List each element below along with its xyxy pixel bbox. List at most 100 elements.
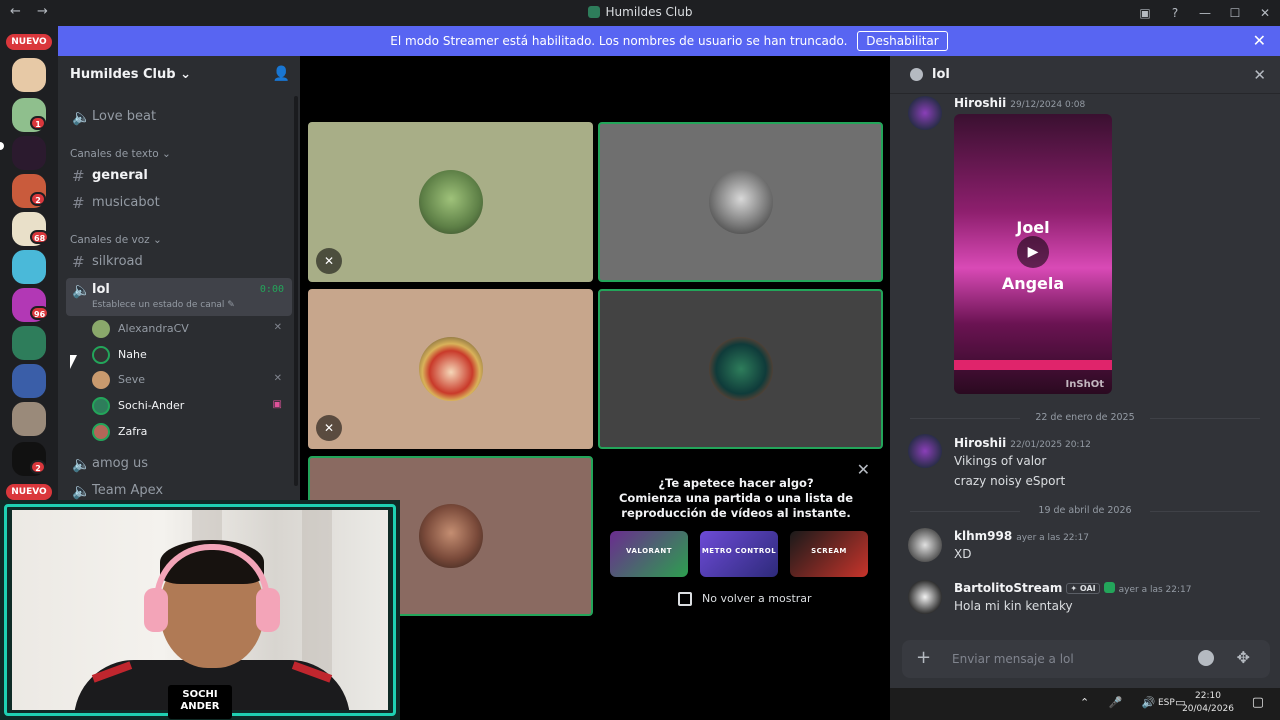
voice-user-name: Zafra bbox=[118, 425, 148, 438]
language-indicator[interactable]: ESP bbox=[1158, 698, 1175, 708]
author-name: Hiroshii bbox=[954, 436, 1007, 450]
voice-user-name: Nahe bbox=[118, 348, 147, 361]
clock[interactable]: 22:10 20/04/2026 bbox=[1182, 690, 1234, 716]
voice-channel-team-apex[interactable]: 🔈 Team Apex bbox=[66, 479, 292, 500]
avatar bbox=[92, 423, 110, 441]
server-icon-avatar[interactable] bbox=[12, 58, 46, 92]
participant-avatar bbox=[708, 170, 773, 234]
message-text: Hola mi kin kentaky bbox=[954, 599, 1073, 613]
server-icon-sky[interactable] bbox=[12, 250, 46, 284]
video-watermark: InShOt bbox=[1065, 379, 1104, 390]
server-icon-dark[interactable] bbox=[12, 136, 46, 170]
dont-show-checkbox[interactable] bbox=[678, 592, 692, 606]
add-user-icon[interactable]: 👤 bbox=[273, 66, 290, 82]
participant-avatar bbox=[708, 337, 773, 401]
avatar[interactable] bbox=[908, 528, 942, 562]
message-author[interactable]: klhm998 ayer a las 22:17 bbox=[954, 529, 1089, 543]
notifications-icon[interactable]: ▢ bbox=[1252, 695, 1264, 710]
help-icon[interactable]: ? bbox=[1160, 0, 1190, 26]
close-icon[interactable]: ✕ bbox=[1253, 66, 1266, 84]
activity-card-label: VALORANT bbox=[626, 547, 672, 555]
avatar[interactable] bbox=[908, 96, 942, 130]
participant-tile[interactable] bbox=[598, 122, 883, 282]
dont-show-label[interactable]: No volver a mostrar bbox=[702, 592, 812, 605]
logo-text: SOCHI bbox=[182, 689, 218, 700]
apps-icon[interactable]: ✥ bbox=[1237, 648, 1250, 667]
chat-header: lol ✕ bbox=[890, 56, 1280, 94]
banner-text: El modo Streamer está habilitado. Los no… bbox=[390, 34, 848, 48]
message-text: XD bbox=[954, 547, 972, 561]
server-icon-blue[interactable] bbox=[12, 364, 46, 398]
text-channel-general[interactable]: # general bbox=[66, 164, 292, 188]
disable-streamer-button[interactable]: Deshabilitar bbox=[857, 31, 948, 51]
muted-icon: ✕ bbox=[316, 248, 342, 274]
voice-user[interactable]: Nahe bbox=[92, 343, 288, 367]
server-icon-humildes[interactable] bbox=[12, 326, 46, 360]
message-text: Vikings of valor bbox=[954, 454, 1047, 468]
chat-channel-name: lol bbox=[932, 67, 950, 82]
participant-tile[interactable]: ✕ bbox=[308, 122, 593, 282]
activity-text: ¿Te apetece hacer algo? Comienza una par… bbox=[596, 476, 876, 521]
new-badge-bottom[interactable]: NUEVO bbox=[6, 484, 52, 500]
stage-footer bbox=[400, 688, 890, 720]
message-timestamp: ayer a las 22:17 bbox=[1118, 585, 1192, 595]
message-author[interactable]: Hiroshii 22/01/2025 20:12 bbox=[954, 436, 1091, 450]
participant-tile[interactable]: ✕ bbox=[308, 289, 593, 449]
video-caption: Angela bbox=[1001, 274, 1065, 293]
activity-card-metro[interactable]: METRO CONTROL bbox=[700, 531, 778, 577]
streaming-icon: ▣ bbox=[272, 399, 282, 410]
server-badge: 96 bbox=[30, 306, 50, 320]
voice-channel-amog-us[interactable]: 🔈 amog us bbox=[66, 452, 292, 476]
avatar[interactable] bbox=[908, 580, 942, 614]
video-attachment[interactable]: Joel ▶ Angela InShOt bbox=[954, 114, 1112, 394]
server-header[interactable]: Humildes Club ⌄ 👤 bbox=[58, 56, 300, 94]
window-title: Humildes Club bbox=[0, 5, 1280, 19]
avatar[interactable] bbox=[908, 434, 942, 468]
message-author[interactable]: Hiroshii 29/12/2024 0:08 bbox=[954, 96, 1085, 110]
channel-silkroad[interactable]: # silkroad bbox=[66, 250, 292, 274]
close-icon[interactable]: ✕ bbox=[857, 460, 870, 479]
channel-label: silkroad bbox=[92, 254, 143, 269]
activity-card-label: SCREAM bbox=[811, 547, 847, 555]
new-badge-top[interactable]: NUEVO bbox=[6, 34, 52, 50]
avatar bbox=[92, 346, 110, 364]
server-icon-photo[interactable] bbox=[12, 402, 46, 436]
channel-status[interactable]: Establece un estado de canal ✎ bbox=[92, 300, 235, 310]
voice-user[interactable]: Sochi-Ander ▣ bbox=[92, 394, 288, 418]
voice-channel-lol[interactable]: 🔈 lol 0:00 Establece un estado de canal … bbox=[66, 278, 292, 316]
author-name: Hiroshii bbox=[954, 96, 1007, 110]
participant-tile[interactable] bbox=[598, 289, 883, 449]
message-timestamp: 29/12/2024 0:08 bbox=[1010, 100, 1086, 110]
video-bar bbox=[954, 360, 1112, 370]
message-input[interactable] bbox=[952, 640, 1192, 678]
emoji-icon[interactable] bbox=[1198, 650, 1214, 666]
voice-user[interactable]: AlexandraCV ✕ bbox=[92, 317, 288, 341]
server-tag: ✦ OAI bbox=[1066, 583, 1100, 594]
system-tray[interactable]: ⌃ 🎤 🔊 ▭ bbox=[1080, 696, 1194, 709]
plus-icon[interactable]: + bbox=[916, 647, 931, 668]
play-icon[interactable]: ▶ bbox=[1017, 236, 1049, 268]
maximize-button[interactable]: ☐ bbox=[1220, 0, 1250, 26]
voice-channel-love-beat[interactable]: 🔈 Love beat bbox=[66, 105, 292, 129]
chat-panel: lol ✕ Hiroshii 29/12/2024 0:08 Joel ▶ Ang… bbox=[890, 56, 1280, 688]
chevron-down-icon: ⌄ bbox=[180, 67, 191, 82]
category-voice-channels[interactable]: Canales de voz ⌄ bbox=[70, 234, 162, 246]
speaker-icon: 🔈 bbox=[72, 482, 91, 500]
sidebar-scrollbar[interactable] bbox=[294, 96, 298, 486]
close-icon[interactable]: ✕ bbox=[1253, 26, 1266, 56]
message-author[interactable]: BartolitoStream ✦ OAI ayer a las 22:17 bbox=[954, 581, 1191, 595]
activity-title: ¿Te apetece hacer algo? bbox=[658, 476, 814, 490]
date-divider-label: 19 de abril de 2026 bbox=[1020, 505, 1150, 516]
participant-avatar bbox=[418, 337, 483, 401]
close-window-button[interactable]: ✕ bbox=[1250, 0, 1280, 26]
category-text-channels[interactable]: Canales de texto ⌄ bbox=[70, 148, 171, 160]
minimize-button[interactable]: — bbox=[1190, 0, 1220, 26]
inbox-icon[interactable]: ▣ bbox=[1130, 0, 1160, 26]
activity-card-label: METRO CONTROL bbox=[701, 547, 777, 555]
activity-card-valorant[interactable]: VALORANT bbox=[610, 531, 688, 577]
text-channel-musicabot[interactable]: # musicabot bbox=[66, 191, 292, 215]
server-name-text: Humildes Club bbox=[70, 67, 176, 82]
voice-user[interactable]: Zafra bbox=[92, 420, 288, 444]
activity-card-scream[interactable]: SCREAM bbox=[790, 531, 868, 577]
voice-user[interactable]: Seve ✕ bbox=[92, 368, 288, 392]
